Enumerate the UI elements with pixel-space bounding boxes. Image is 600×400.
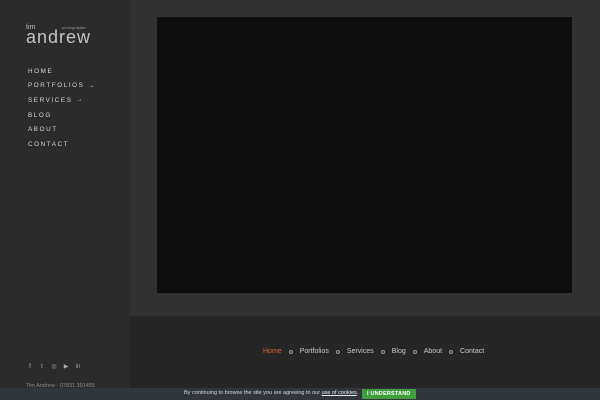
sidebar-nav: HOME PORTFOLIOS → SERVICES → BLOG ABOUT CO… <box>28 64 94 152</box>
sidebar: tim photographer andrew HOME PORTFOLIOS →… <box>0 0 130 400</box>
cookie-text: By continuing to browse the site you are… <box>184 390 322 396</box>
sidebar-item-label: BLOG <box>28 111 52 119</box>
youtube-icon[interactable]: ▶ <box>63 363 69 370</box>
cookie-text-end: . <box>356 390 359 396</box>
site-logo[interactable]: tim photographer andrew <box>26 24 100 47</box>
sidebar-item-label: HOME <box>28 67 54 75</box>
sidebar-item-services[interactable]: SERVICES → <box>28 93 94 108</box>
footer-nav: Home Portfolios Services Blog About Cont… <box>263 348 484 355</box>
footer-link-portfolios[interactable]: Portfolios <box>300 348 329 355</box>
facebook-icon[interactable]: f <box>27 363 33 370</box>
main-content <box>130 0 600 316</box>
sidebar-item-portfolios[interactable]: PORTFOLIOS → <box>28 79 94 94</box>
sidebar-item-blog[interactable]: BLOG <box>28 108 94 123</box>
sidebar-item-label: ABOUT <box>28 126 58 134</box>
instagram-icon[interactable]: ◎ <box>51 363 57 370</box>
separator-circle-icon <box>288 349 293 354</box>
sidebar-item-label: SERVICES <box>28 96 73 104</box>
sidebar-item-about[interactable]: ABOUT <box>28 122 94 137</box>
sidebar-item-contact[interactable]: CONTACT <box>28 137 94 152</box>
separator-circle-icon <box>380 349 385 354</box>
arrow-right-icon: → <box>88 82 95 89</box>
sidebar-item-label: PORTFOLIOS <box>28 82 85 90</box>
cookie-bar: By continuing to browse the site you are… <box>0 388 600 400</box>
footer-link-contact[interactable]: Contact <box>460 348 484 355</box>
cookie-policy-link[interactable]: use of cookies <box>322 390 357 396</box>
accept-cookies-button[interactable]: I UNDERSTAND <box>362 389 416 399</box>
social-links: f t ◎ ▶ in <box>27 363 81 371</box>
sidebar-item-label: CONTACT <box>28 140 70 148</box>
sidebar-item-home[interactable]: HOME <box>28 64 94 79</box>
footer-link-blog[interactable]: Blog <box>392 348 406 355</box>
footer-link-home[interactable]: Home <box>263 348 282 355</box>
linkedin-icon[interactable]: in <box>75 363 81 370</box>
cookie-message: By continuing to browse the site you are… <box>184 390 358 396</box>
footer: Home Portfolios Services Blog About Cont… <box>130 316 600 388</box>
separator-circle-icon <box>412 349 417 354</box>
separator-circle-icon <box>335 349 340 354</box>
separator-circle-icon <box>449 349 454 354</box>
hero-media <box>157 17 572 293</box>
footer-link-about[interactable]: About <box>424 348 442 355</box>
twitter-icon[interactable]: t <box>39 363 45 370</box>
arrow-right-icon: → <box>76 97 83 104</box>
logo-last-name: andrew <box>26 27 92 47</box>
footer-link-services[interactable]: Services <box>347 348 374 355</box>
